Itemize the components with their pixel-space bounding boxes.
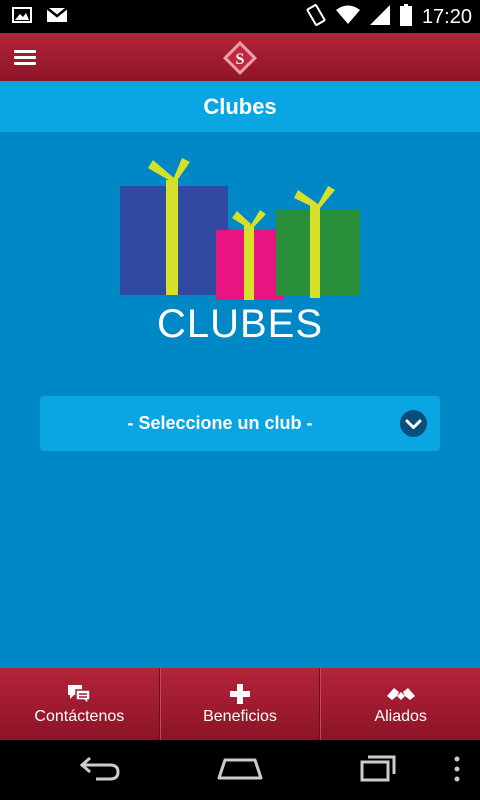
nav-label-beneficios: Beneficios: [203, 708, 277, 725]
battery-icon: [399, 4, 412, 31]
nav-aliados[interactable]: Aliados: [320, 668, 480, 740]
wifi-icon: [335, 5, 360, 30]
club-select[interactable]: - Seleccione un club -: [40, 396, 440, 451]
nav-contactenos[interactable]: Contáctenos: [0, 668, 160, 740]
status-time: 17:20: [421, 6, 472, 28]
chat-icon: [66, 682, 92, 706]
gmail-icon: [46, 7, 68, 28]
clubes-banner-text: CLUBES: [156, 302, 324, 346]
app-bar: S: [0, 33, 480, 81]
plus-icon: [229, 682, 251, 706]
nav-label-aliados: Aliados: [374, 708, 427, 725]
handshake-icon: [386, 682, 416, 706]
back-icon[interactable]: [78, 754, 122, 789]
chevron-down-icon[interactable]: [400, 410, 427, 437]
bottom-nav: Contáctenos Beneficios Aliados: [0, 668, 480, 740]
home-icon[interactable]: [215, 754, 265, 789]
app-logo: S: [222, 40, 258, 76]
system-nav-bar: [0, 740, 480, 800]
main-content: CLUBES - Seleccione un club -: [0, 132, 480, 668]
page-title: Clubes: [203, 93, 277, 119]
page-header: Clubes: [0, 81, 480, 132]
status-bar: 17:20: [0, 0, 480, 33]
gifts-illustration: [120, 158, 360, 300]
logo-letter: S: [236, 51, 245, 68]
nav-label-contactenos: Contáctenos: [34, 708, 125, 725]
vibrate-icon: [306, 4, 326, 31]
signal-icon: [369, 5, 390, 30]
image-icon: [12, 7, 32, 28]
nav-beneficios[interactable]: Beneficios: [159, 668, 321, 740]
hamburger-menu-icon[interactable]: [14, 47, 36, 67]
recents-icon[interactable]: [358, 754, 398, 789]
more-icon[interactable]: [452, 754, 462, 789]
club-select-value: - Seleccione un club -: [127, 413, 313, 433]
